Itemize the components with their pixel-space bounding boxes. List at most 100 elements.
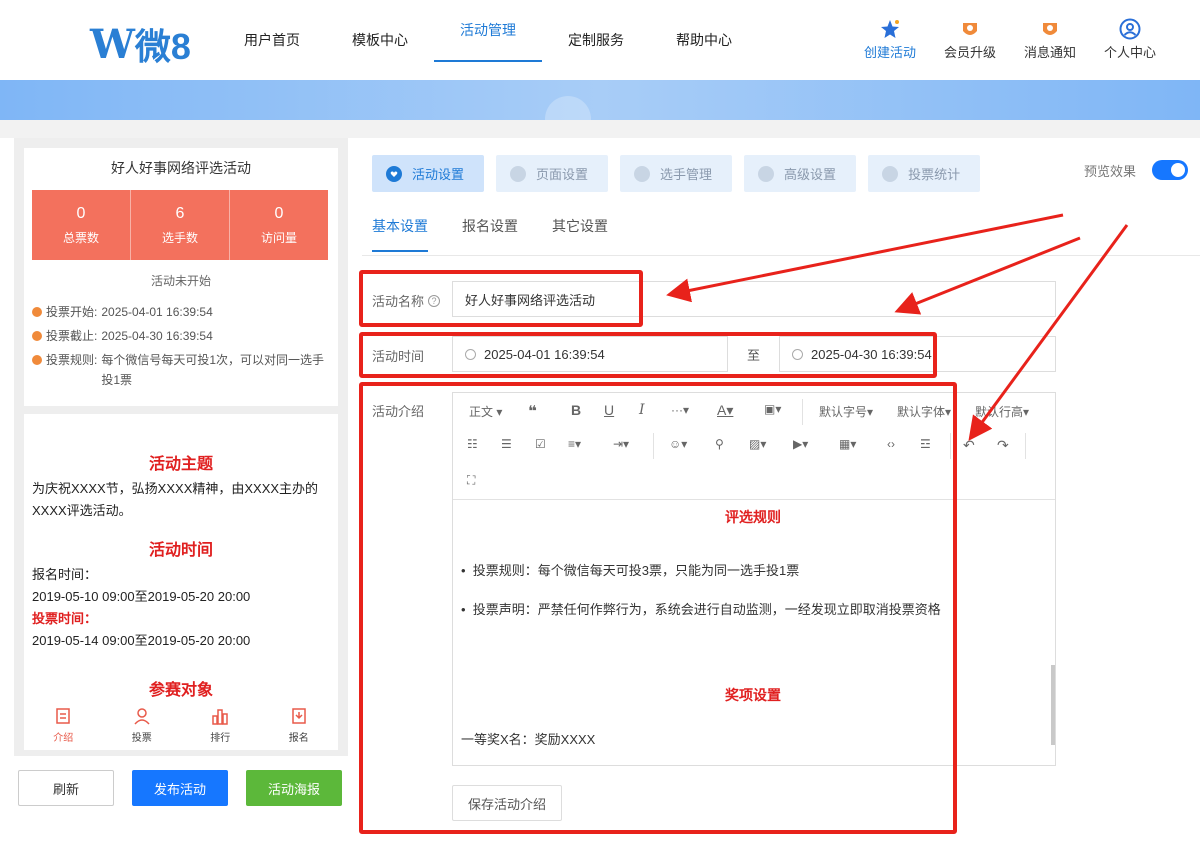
redo-icon[interactable]: ↷ [997,437,1009,454]
tab-label: 投票统计 [908,167,961,182]
tab-vote-statistics[interactable]: 投票统计 [868,155,981,192]
toolbar-divider [653,433,654,459]
subtab-signup-settings[interactable]: 报名设置 [462,216,518,252]
stat-total-votes: 0 总票数 [32,190,131,260]
person-icon [134,707,150,725]
save-intro-button[interactable]: 保存活动介绍 [452,785,562,821]
activity-title: 好人好事网络评选活动 [111,160,251,176]
bold-icon[interactable]: B [571,402,581,418]
editor-content[interactable]: 评选规则 • 投票规则：每个微信每天可投3票，只能为同一选手投1票 • 投票声明… [453,501,1053,765]
font-family-dropdown[interactable]: 默认字体 ▾ [897,403,951,420]
header-banner [0,80,1200,142]
activity-poster-button[interactable]: 活动海报 [246,770,342,806]
justify-icon[interactable]: ≡▾ [568,437,581,451]
signup-label: 报名时间： [32,567,98,582]
link-icon[interactable]: ⚲ [715,437,724,451]
paragraph-format-dropdown[interactable]: 正文 ▾ [469,403,502,420]
preview-bottom-tabs: 介绍 投票 排行 报名 [24,700,338,750]
brand-logo[interactable]: W 微8 [90,18,191,70]
settings-tabs: 活动设置 页面设置 选手管理 高级设置 投票统计 [372,155,981,192]
stat-visits: 0 访问量 [230,190,328,260]
preview-toggle-label: 预览效果 [1083,163,1136,179]
top-navbar: W 微8 用户首页 模板中心 活动管理 定制服务 帮助中心 创建活动 会员升级 … [0,0,1200,80]
code-icon[interactable]: ‹› [887,437,895,451]
main-nav: 用户首页 模板中心 活动管理 定制服务 帮助中心 [218,0,758,80]
todo-list-icon[interactable]: ☑ [535,437,546,451]
line-height-dropdown[interactable]: 默认行高 ▾ [975,403,1029,420]
nav-item-activity-management[interactable]: 活动管理 [434,0,542,62]
nav-item-help[interactable]: 帮助中心 [650,0,758,80]
tab-activity-settings[interactable]: 活动设置 [372,155,485,192]
more-styles-icon[interactable]: ···▾ [671,403,689,417]
crown-icon [959,18,981,40]
tab-label: 页面设置 [536,167,589,182]
stat-contestants: 6 选手数 [131,190,230,260]
activity-name-input[interactable]: 好人好事网络评选活动 [452,281,1056,317]
activity-intro-preview: 活动主题 为庆祝XXXX节，弘扬XXXX精神，由XXXX主办的XXXX评选活动。… [24,414,338,700]
video-icon[interactable]: ▶▾ [793,437,808,451]
preview-tab-vote[interactable]: 投票 [103,700,182,750]
background-color-icon[interactable]: ▣▾ [764,402,781,416]
info-key: 投票开始: [46,305,98,319]
preview-tab-label: 投票 [131,732,152,744]
indent-icon[interactable]: ⇥▾ [613,437,629,451]
rules-heading: 评选规则 [725,509,781,525]
activity-end-time-input[interactable]: 2025-04-30 16:39:54 [779,336,1056,372]
italic-icon[interactable]: I [639,402,645,418]
divider-line-icon[interactable]: ☲ [920,437,931,451]
notifications-button[interactable]: 消息通知 [1020,18,1080,61]
subtab-basic-settings[interactable]: 基本设置 [372,216,428,252]
preview-toggle-switch[interactable] [1152,160,1188,180]
bulleted-list-icon[interactable]: ☷ [467,437,478,451]
nav-item-home[interactable]: 用户首页 [218,0,326,80]
preview-tab-ranking[interactable]: 排行 [181,700,260,750]
editor-scrollbar[interactable] [1051,665,1055,745]
clock-icon [792,348,803,360]
tab-contestant-management[interactable]: 选手管理 [620,155,733,192]
refresh-button[interactable]: 刷新 [18,770,114,806]
font-color-icon[interactable]: A▾ [717,402,733,419]
info-value: 2025-04-30 16:39:54 [101,329,213,343]
mobile-preview-panel: 好人好事网络评选活动 0 总票数 6 选手数 0 访问量 活动未开始 投票开始:… [14,138,348,756]
nav-item-templates[interactable]: 模板中心 [326,0,434,80]
info-vote-start: 投票开始: 2025-04-01 16:39:54 [32,302,332,322]
font-size-dropdown[interactable]: 默认字号 ▾ [819,403,873,420]
logo-mark: W [90,20,135,68]
tab-advanced-settings[interactable]: 高级设置 [744,155,857,192]
fullscreen-icon[interactable]: ⛶ [467,473,475,488]
info-dot-icon [32,355,42,365]
stat-value: 0 [274,204,284,222]
create-activity-label: 创建活动 [863,45,916,60]
vote-range: 2019-05-14 09:00至2019-05-20 20:00 [32,633,251,648]
rich-text-editor: 正文 ▾ ❝ B U I ···▾ A▾ ▣▾ 默认字号 ▾ 默认字体 ▾ 默认行高… [452,392,1056,766]
quote-icon[interactable]: ❝ [528,402,537,420]
bell-icon [1039,18,1061,40]
nav-item-custom-service[interactable]: 定制服务 [542,0,650,80]
tab-page-settings[interactable]: 页面设置 [496,155,609,192]
numbered-list-icon[interactable]: ☰ [501,437,512,451]
page-icon [510,165,527,182]
profile-button[interactable]: 个人中心 [1100,18,1160,61]
toolbar-divider [802,399,803,425]
preview-tab-intro[interactable]: 介绍 [24,700,103,750]
underline-icon[interactable]: U [604,402,614,418]
undo-icon[interactable]: ↶ [963,437,975,454]
time-range-separator: 至 [747,348,761,363]
prize-item: 一等奖X名：奖励XXXX [461,732,596,747]
logo-text: 微8 [134,26,191,67]
help-icon[interactable]: ? [428,294,441,307]
create-activity-button[interactable]: 创建活动 [860,18,920,61]
stat-value: 0 [76,204,86,222]
vote-label: 投票时间： [32,611,98,626]
activity-start-time-input[interactable]: 2025-04-01 16:39:54 [452,336,728,372]
emoji-icon[interactable]: ☺▾ [669,437,687,451]
document-icon [56,707,70,724]
image-icon[interactable]: ▨▾ [749,437,766,451]
preview-tab-signup[interactable]: 报名 [260,700,339,750]
activity-name-label: 活动名称 ? [372,291,441,310]
table-icon[interactable]: ▦▾ [839,437,856,451]
publish-activity-button[interactable]: 发布活动 [132,770,228,806]
member-upgrade-button[interactable]: 会员升级 [940,18,1000,61]
subtab-other-settings[interactable]: 其它设置 [552,216,608,252]
toolbar-divider [1025,433,1026,459]
